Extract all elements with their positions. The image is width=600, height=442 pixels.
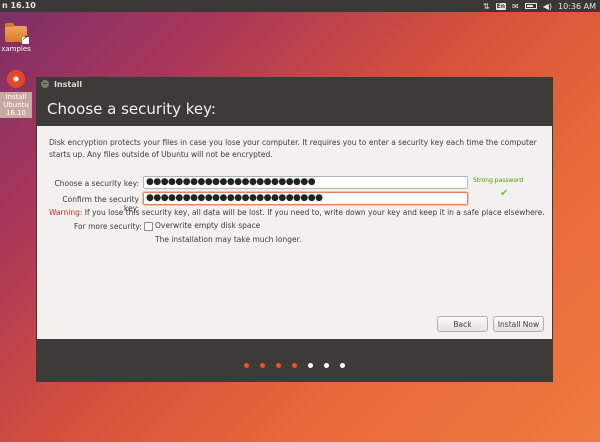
battery-icon[interactable] [524, 3, 537, 9]
check-icon: ✔ [500, 188, 509, 199]
confirm-key-input[interactable]: ●●●●●●●●●●●●●●●●●●●●●●●● [143, 192, 468, 205]
window-titlebar[interactable]: Install [36, 77, 553, 91]
desktop-icon-examples[interactable]: xamples [0, 23, 32, 53]
window-title: Install [54, 79, 83, 89]
desktop-icon-label-3: 16.10 [5, 109, 27, 117]
password-strength-label: Strong password [473, 177, 524, 184]
progress-dot [292, 363, 297, 368]
progress-dot [324, 363, 329, 368]
desktop-icon-label-1: Install [5, 93, 27, 101]
mail-icon[interactable]: ✉ [512, 2, 519, 11]
close-icon[interactable] [41, 80, 49, 88]
desktop-icon-label-2: Ubuntu [3, 101, 29, 109]
progress-dots [36, 363, 553, 368]
warning-message: If you lose this security key, all data … [82, 208, 545, 217]
content-panel: Disk encryption protects your files in c… [37, 126, 552, 339]
volume-icon[interactable]: ◀) [543, 2, 552, 11]
progress-dot [244, 363, 249, 368]
installer-disc-icon [7, 70, 25, 88]
desktop-icon-install-ubuntu[interactable]: Install Ubuntu 16.10 [0, 70, 32, 118]
desktop-icon-label: xamples [1, 45, 31, 53]
folder-link-icon [5, 23, 29, 44]
progress-dot [276, 363, 281, 368]
choose-key-label: Choose a security key: [54, 179, 140, 188]
active-app-title: n 16.10 [2, 1, 36, 10]
clock[interactable]: 10:36 AM [558, 2, 596, 11]
page-title: Choose a security key: [47, 99, 216, 118]
progress-dot [260, 363, 265, 368]
warning-label: Warning: [49, 208, 83, 217]
keyboard-language-icon[interactable]: En [495, 2, 507, 10]
overwrite-note: The installation may take much longer. [155, 235, 302, 244]
progress-dot [308, 363, 313, 368]
top-panel: n 16.10 ⇅ En ✉ ◀) 10:36 AM [0, 0, 600, 12]
intro-text: Disk encryption protects your files in c… [49, 138, 537, 159]
warning-text: Warning: If you lose this security key, … [49, 208, 545, 217]
overwrite-label[interactable]: Overwrite empty disk space [155, 221, 260, 230]
system-tray: ⇅ En ✉ ◀) 10:36 AM [483, 0, 596, 12]
more-security-label: For more security: [74, 222, 142, 231]
install-window: Install Choose a security key: Disk encr… [36, 77, 553, 382]
security-key-input[interactable]: ●●●●●●●●●●●●●●●●●●●●●●● [143, 176, 468, 189]
progress-dot [340, 363, 345, 368]
install-now-button[interactable]: Install Now [493, 316, 544, 332]
overwrite-checkbox[interactable] [144, 222, 153, 231]
back-button[interactable]: Back [437, 316, 488, 332]
network-updown-icon[interactable]: ⇅ [483, 2, 490, 11]
